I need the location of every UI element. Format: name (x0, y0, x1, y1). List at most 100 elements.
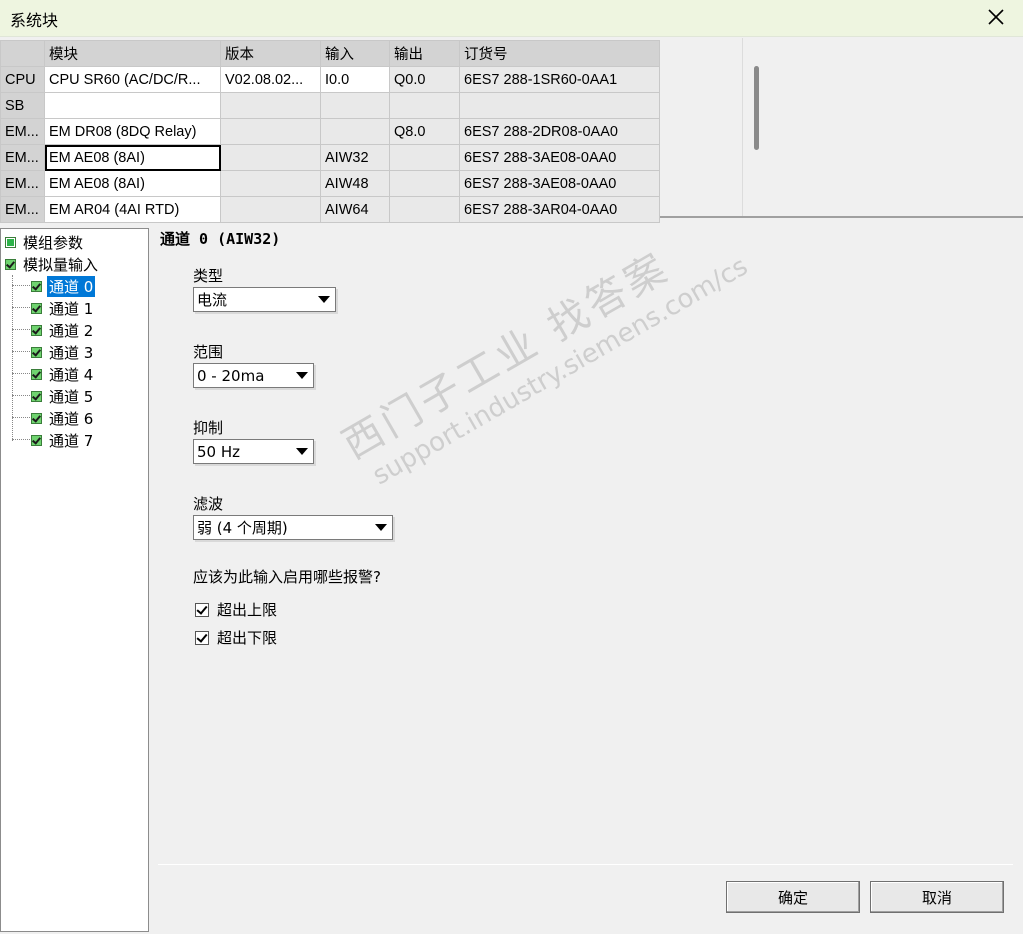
cell-version[interactable] (220, 144, 321, 171)
row-type[interactable]: EM... (0, 144, 45, 171)
cell-order[interactable]: 6ES7 288-3AR04-0AA0 (459, 196, 660, 223)
checkbox-icon (5, 258, 16, 270)
tree-item-channel-3[interactable]: 通道 3 (31, 342, 95, 362)
checkbox-icon (31, 302, 42, 314)
cell-input[interactable] (320, 92, 390, 119)
table-header-row: 模块 版本 输入 输出 订货号 (0, 40, 660, 67)
cell-order[interactable]: 6ES7 288-1SR60-0AA1 (459, 66, 660, 93)
cell-version[interactable] (220, 118, 321, 145)
divider (158, 864, 1013, 865)
checkbox-icon (5, 236, 16, 248)
alarm-low-checkbox[interactable]: 超出下限 (195, 627, 277, 648)
tree-item-analog-input[interactable]: 模拟量输入 (5, 254, 100, 274)
header-module[interactable]: 模块 (44, 40, 221, 67)
type-select[interactable]: 电流 (193, 287, 336, 312)
cell-version[interactable] (220, 196, 321, 223)
alarm-high-checkbox[interactable]: 超出上限 (195, 599, 277, 620)
vertical-scrollbar[interactable] (754, 66, 759, 150)
chevron-down-icon[interactable] (370, 516, 392, 539)
cell-output[interactable]: Q8.0 (389, 118, 460, 145)
checkbox-checked-icon[interactable] (195, 602, 209, 617)
row-type[interactable]: EM... (0, 170, 45, 197)
checkbox-icon (31, 368, 42, 380)
tree-item-channel-0[interactable]: 通道 0 (31, 275, 96, 297)
checkbox-icon (31, 280, 42, 292)
cell-output[interactable] (389, 144, 460, 171)
cell-version[interactable]: V02.08.02... (220, 66, 321, 93)
tree-item-channel-5[interactable]: 通道 5 (31, 386, 95, 406)
filter-select[interactable]: 弱 (4 个周期) (193, 515, 393, 540)
tree-connector (12, 285, 30, 286)
cell-order[interactable] (459, 92, 660, 119)
type-label: 类型 (193, 267, 224, 285)
chevron-down-icon[interactable] (313, 288, 335, 311)
row-type[interactable]: SB (0, 92, 45, 119)
rejection-select[interactable]: 50 Hz (193, 439, 314, 464)
cell-module-selected[interactable]: EM AE08 (8AI) (44, 144, 221, 171)
cell-output[interactable]: Q0.0 (389, 66, 460, 93)
tree-connector (12, 439, 30, 440)
cell-order[interactable]: 6ES7 288-3AE08-0AA0 (459, 144, 660, 171)
header-output[interactable]: 输出 (389, 40, 460, 67)
title-bar: 系统块 (0, 0, 1023, 37)
channel-settings-panel: 通道 0 (AIW32) 类型 电流 范围 0 - 20ma 抑制 50 Hz … (150, 222, 1023, 934)
table-row[interactable]: SB (0, 92, 660, 119)
cell-input[interactable]: AIW48 (320, 170, 390, 197)
cell-version[interactable] (220, 92, 321, 119)
row-type[interactable]: EM... (0, 118, 45, 145)
cell-input[interactable]: AIW32 (320, 144, 390, 171)
checkbox-icon (31, 324, 42, 336)
row-type[interactable]: EM... (0, 196, 45, 223)
chevron-down-icon[interactable] (291, 364, 313, 387)
filter-label: 滤波 (193, 495, 224, 513)
cancel-button[interactable]: 取消 (870, 881, 1004, 913)
table-row[interactable]: EM... EM AR04 (4AI RTD) AIW64 6ES7 288-3… (0, 196, 660, 223)
header-input[interactable]: 输入 (320, 40, 390, 67)
tree-item-channel-1[interactable]: 通道 1 (31, 298, 95, 318)
table-row[interactable]: CPU CPU SR60 (AC/DC/R... V02.08.02... I0… (0, 66, 660, 93)
checkbox-checked-icon[interactable] (195, 630, 209, 645)
cell-module[interactable]: EM DR08 (8DQ Relay) (44, 118, 221, 145)
cell-output[interactable] (389, 196, 460, 223)
checkbox-icon (31, 434, 42, 446)
cell-module[interactable] (44, 92, 221, 119)
tree-item-module-params[interactable]: 模组参数 (5, 232, 85, 252)
module-table: 模块 版本 输入 输出 订货号 CPU CPU SR60 (AC/DC/R...… (0, 40, 660, 223)
cell-module[interactable]: CPU SR60 (AC/DC/R... (44, 66, 221, 93)
rejection-select-value: 50 Hz (197, 442, 241, 461)
alarm-low-label: 超出下限 (217, 629, 278, 647)
cell-input[interactable] (320, 118, 390, 145)
tree-item-channel-7[interactable]: 通道 7 (31, 430, 95, 450)
cell-output[interactable] (389, 92, 460, 119)
chevron-down-icon[interactable] (291, 440, 313, 463)
tree-item-label: 模组参数 (23, 233, 84, 252)
cell-output[interactable] (389, 170, 460, 197)
checkbox-icon (31, 346, 42, 358)
cell-input[interactable]: I0.0 (320, 66, 390, 93)
header-version[interactable]: 版本 (220, 40, 321, 67)
ok-button[interactable]: 确定 (726, 881, 860, 913)
cell-module[interactable]: EM AE08 (8AI) (44, 170, 221, 197)
range-select[interactable]: 0 - 20ma (193, 363, 314, 388)
cell-version[interactable] (220, 170, 321, 197)
tree-connector (12, 373, 30, 374)
cell-order[interactable]: 6ES7 288-2DR08-0AA0 (459, 118, 660, 145)
row-type[interactable]: CPU (0, 66, 45, 93)
table-row[interactable]: EM... EM AE08 (8AI) AIW48 6ES7 288-3AE08… (0, 170, 660, 197)
close-icon[interactable] (983, 4, 1009, 30)
header-order-number[interactable]: 订货号 (459, 40, 660, 67)
cell-input[interactable]: AIW64 (320, 196, 390, 223)
tree-item-channel-4[interactable]: 通道 4 (31, 364, 95, 384)
tree-connector (12, 417, 30, 418)
tree-item-channel-2[interactable]: 通道 2 (31, 320, 95, 340)
table-row[interactable]: EM... EM AE08 (8AI) AIW32 6ES7 288-3AE08… (0, 144, 660, 171)
alarm-question: 应该为此输入启用哪些报警? (193, 568, 381, 586)
panel-heading: 通道 0 (AIW32) (160, 230, 281, 248)
tree-item-label: 通道 4 (49, 365, 94, 384)
checkbox-icon (31, 390, 42, 402)
filter-select-value: 弱 (4 个周期) (197, 519, 288, 537)
tree-item-channel-6[interactable]: 通道 6 (31, 408, 95, 428)
table-row[interactable]: EM... EM DR08 (8DQ Relay) Q8.0 6ES7 288-… (0, 118, 660, 145)
cell-module[interactable]: EM AR04 (4AI RTD) (44, 196, 221, 223)
cell-order[interactable]: 6ES7 288-3AE08-0AA0 (459, 170, 660, 197)
